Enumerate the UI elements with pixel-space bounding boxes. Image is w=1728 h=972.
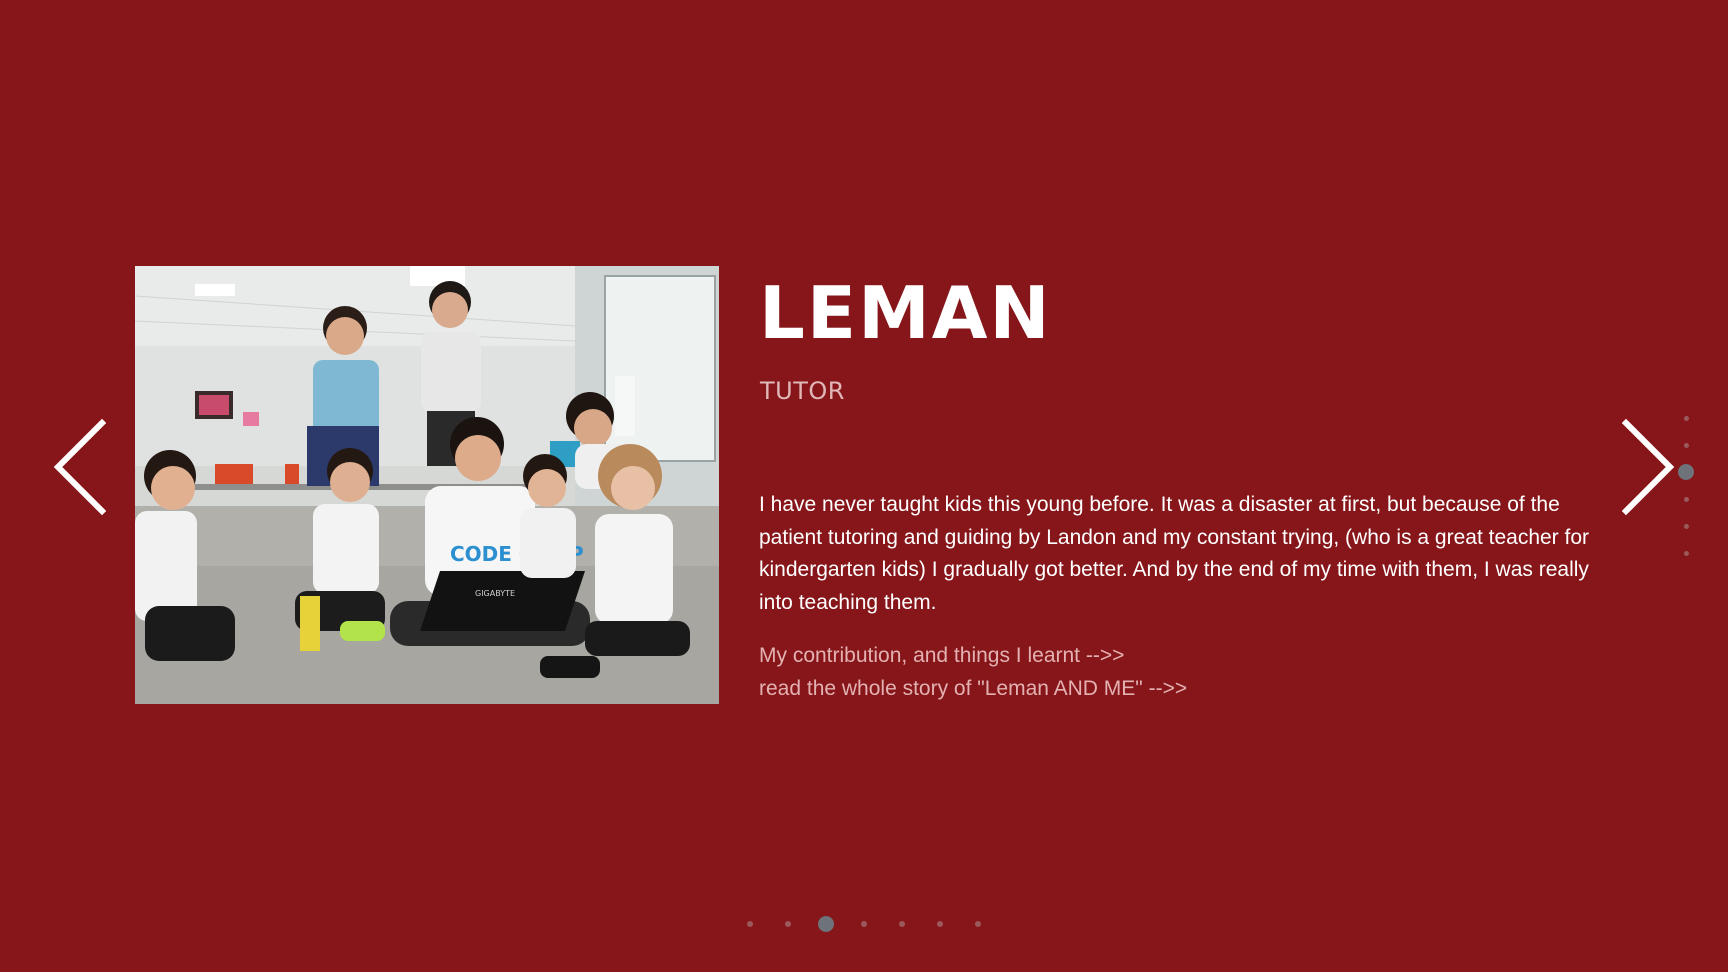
chevron-left-icon: [50, 417, 110, 517]
next-slide-button[interactable]: [1618, 417, 1678, 517]
pagination-dot-6[interactable]: [937, 921, 943, 927]
slide-links: My contribution, and things I learnt -->…: [759, 640, 1459, 705]
classroom-photo-image: CODE CAMP GIGABYTE: [135, 266, 719, 704]
slide-subtitle: TUTOR: [760, 377, 845, 405]
slide-description: I have never taught kids this young befo…: [759, 493, 1590, 614]
slide: CODE CAMP GIGABYTE LEMAN TUTOR I have ne…: [0, 0, 1728, 972]
pagination-dot-3[interactable]: [818, 916, 834, 932]
chevron-right-icon: [1618, 417, 1678, 517]
pagination-dot-5[interactable]: [899, 921, 905, 927]
vertical-pagination-dot-1[interactable]: [1683, 415, 1689, 421]
pagination-dot-1[interactable]: [747, 921, 753, 927]
story-link[interactable]: read the whole story of "Leman AND ME" -…: [759, 673, 1459, 706]
vertical-pagination-dot-6[interactable]: [1683, 550, 1689, 556]
pagination-dot-2[interactable]: [785, 921, 791, 927]
slide-title: LEMAN: [759, 271, 1052, 355]
laptop-brand: GIGABYTE: [475, 589, 515, 598]
vertical-pagination-dot-4[interactable]: [1683, 496, 1689, 502]
previous-slide-button[interactable]: [50, 417, 110, 517]
vertical-pagination-dot-3[interactable]: [1678, 464, 1694, 480]
pagination-dot-7[interactable]: [975, 921, 981, 927]
vertical-pagination-dot-2[interactable]: [1683, 442, 1689, 448]
horizontal-pagination: [740, 912, 990, 936]
vertical-pagination: [1678, 412, 1694, 562]
slide-photo: CODE CAMP GIGABYTE: [135, 266, 719, 704]
vertical-pagination-dot-5[interactable]: [1683, 523, 1689, 529]
pagination-dot-4[interactable]: [861, 921, 867, 927]
contribution-link[interactable]: My contribution, and things I learnt -->…: [759, 640, 1459, 673]
